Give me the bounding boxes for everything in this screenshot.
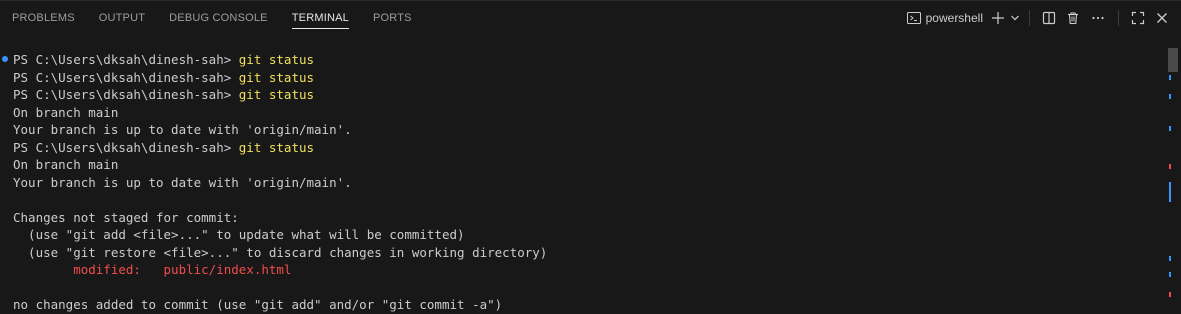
- panel-toolbar: powershell: [902, 1, 1173, 35]
- launch-profile-dropdown[interactable]: [1009, 7, 1021, 29]
- command-decoration-icon[interactable]: [2, 56, 8, 62]
- ellipsis-icon: [1091, 11, 1105, 25]
- terminal-line: PS C:\Users\dksah\dinesh-sah> git status: [13, 139, 315, 155]
- scroll-marker: [1169, 75, 1171, 80]
- terminal-line: (use "git restore <file>..." to discard …: [13, 244, 548, 260]
- tab-ports[interactable]: PORTS: [361, 1, 424, 35]
- scroll-marker: [1169, 272, 1171, 277]
- trash-icon: [1066, 11, 1080, 25]
- toolbar-divider: [1029, 10, 1030, 26]
- more-actions-button[interactable]: [1086, 7, 1110, 29]
- plus-icon: [991, 11, 1005, 25]
- command-text: git status: [238, 52, 315, 67]
- terminal-line: (use "git add <file>..." to update what …: [13, 227, 465, 242]
- terminal-icon: [906, 10, 922, 26]
- close-panel-button[interactable]: [1151, 7, 1173, 29]
- maximize-panel-button[interactable]: [1127, 7, 1149, 29]
- terminal-line: Your branch is up to date with 'origin/m…: [13, 122, 352, 137]
- scroll-marker: [1169, 292, 1171, 297]
- tab-output[interactable]: OUTPUT: [87, 1, 157, 35]
- tab-terminal[interactable]: TERMINAL: [280, 1, 361, 35]
- command-text: git status: [238, 69, 315, 85]
- terminal-line: Changes not staged for commit:: [13, 209, 239, 225]
- terminal-line: On branch main: [13, 104, 119, 120]
- scroll-marker: [1169, 126, 1171, 131]
- modified-file-line: modified: public/index.html: [13, 262, 292, 277]
- scrollbar-thumb[interactable]: [1168, 48, 1178, 72]
- terminal-profile-button[interactable]: powershell: [902, 7, 987, 29]
- split-terminal-button[interactable]: [1038, 7, 1060, 29]
- scroll-marker: [1169, 256, 1171, 261]
- terminal-profile-label: powershell: [925, 11, 983, 25]
- terminal-line: PS C:\Users\dksah\dinesh-sah> git status: [13, 52, 315, 67]
- chevron-down-icon: [1010, 13, 1020, 23]
- terminal-line: PS C:\Users\dksah\dinesh-sah> git status: [13, 69, 315, 85]
- terminal-line: no changes added to commit (use "git add…: [13, 297, 503, 312]
- scroll-marker: [1169, 94, 1171, 99]
- kill-terminal-button[interactable]: [1062, 7, 1084, 29]
- tab-problems[interactable]: PROBLEMS: [0, 1, 87, 35]
- new-terminal-button[interactable]: [989, 7, 1007, 29]
- split-icon: [1042, 11, 1056, 25]
- scroll-marker: [1169, 164, 1171, 169]
- command-text: git status: [238, 139, 315, 155]
- tab-debug-console[interactable]: DEBUG CONSOLE: [157, 1, 280, 35]
- toolbar-divider: [1118, 10, 1119, 26]
- close-icon: [1155, 11, 1169, 25]
- maximize-icon: [1131, 11, 1145, 25]
- command-text: git status: [238, 87, 315, 102]
- terminal-output[interactable]: PS C:\Users\dksah\dinesh-sah> git status…: [0, 50, 1166, 314]
- terminal-line: On branch main: [13, 157, 119, 172]
- terminal-scrollbar[interactable]: [1166, 36, 1181, 314]
- scroll-marker: [1169, 182, 1171, 202]
- terminal-line: Your branch is up to date with 'origin/m…: [13, 174, 352, 190]
- terminal-line: PS C:\Users\dksah\dinesh-sah> git status: [13, 87, 315, 102]
